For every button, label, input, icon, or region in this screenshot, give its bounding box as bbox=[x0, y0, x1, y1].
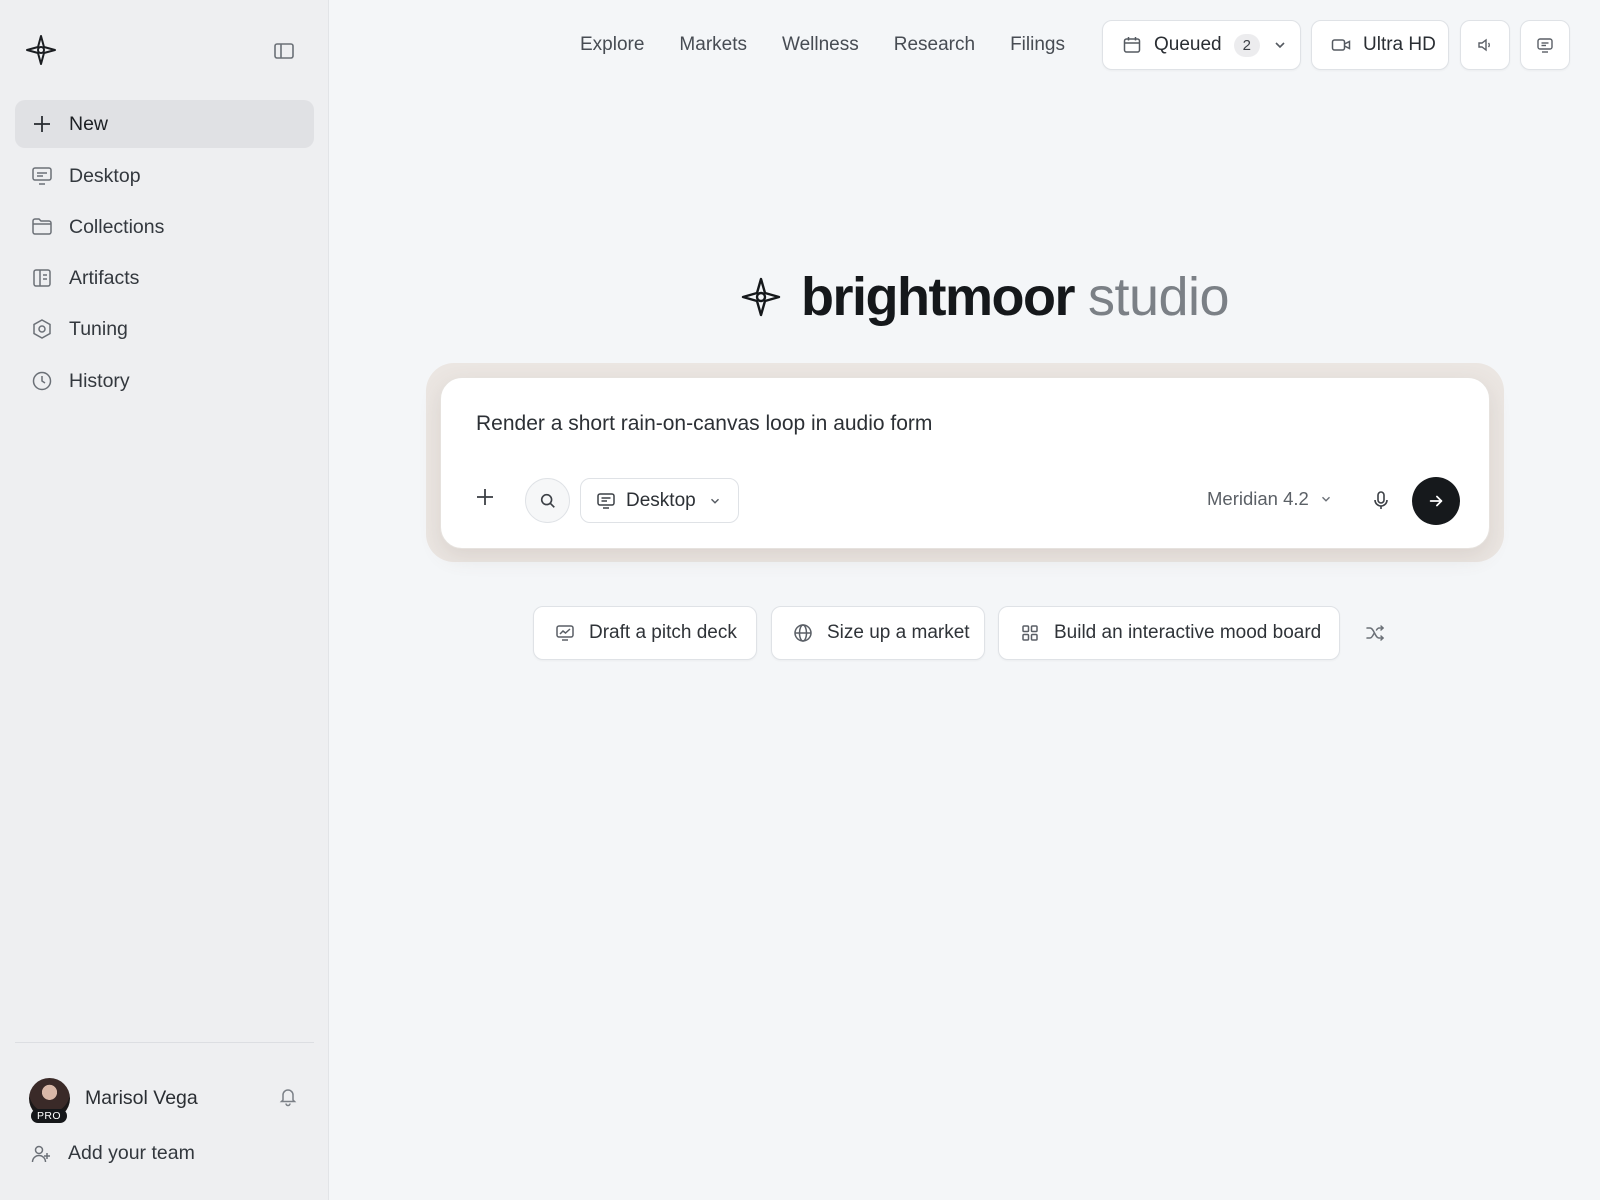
model-dropdown[interactable]: Meridian 4.2 bbox=[1207, 488, 1333, 510]
presentation-chart-icon bbox=[555, 623, 575, 643]
sidebar-toggle-icon[interactable] bbox=[272, 39, 296, 63]
nav-link-research[interactable]: Research bbox=[894, 34, 975, 56]
monitor-icon bbox=[1536, 36, 1554, 54]
sidebar-item-label: History bbox=[69, 369, 130, 392]
sidebar-item-label: New bbox=[69, 112, 109, 135]
attach-plus-icon[interactable] bbox=[473, 485, 497, 509]
hexagon-gear-icon bbox=[31, 318, 53, 340]
avatar[interactable]: PRO bbox=[29, 1077, 70, 1123]
add-team-label: Add your team bbox=[68, 1142, 195, 1164]
suggestion-label: Build an interactive mood board bbox=[1054, 622, 1322, 643]
user-name: Marisol Vega bbox=[85, 1086, 198, 1109]
nav-link-wellness[interactable]: Wellness bbox=[782, 34, 859, 56]
nav-link-explore[interactable]: Explore bbox=[580, 34, 644, 56]
sidebar-item-tuning[interactable]: Tuning bbox=[15, 305, 314, 353]
add-team-button[interactable]: Add your team bbox=[30, 1142, 195, 1165]
suggestion-label: Draft a pitch deck bbox=[589, 622, 737, 643]
sidebar-item-label: Tuning bbox=[69, 317, 128, 340]
chevron-down-icon bbox=[1319, 492, 1333, 506]
sidebar-divider bbox=[15, 1042, 314, 1043]
quality-button[interactable]: Ultra HD bbox=[1311, 20, 1449, 70]
pro-badge: PRO bbox=[31, 1108, 67, 1123]
search-icon bbox=[539, 492, 557, 510]
shuffle-icon[interactable] bbox=[1364, 622, 1386, 644]
sidebar-item-label: Collections bbox=[69, 215, 165, 238]
speaker-button[interactable] bbox=[1460, 20, 1510, 70]
model-label: Meridian 4.2 bbox=[1207, 488, 1309, 509]
artifacts-icon bbox=[31, 267, 53, 289]
quality-label: Ultra HD bbox=[1363, 34, 1436, 55]
send-button[interactable] bbox=[1412, 477, 1460, 525]
chevron-down-icon bbox=[1272, 37, 1288, 53]
globe-icon bbox=[793, 623, 813, 643]
logo-star-icon[interactable] bbox=[25, 34, 57, 66]
chevron-down-icon bbox=[708, 494, 722, 508]
calendar-icon bbox=[1122, 35, 1142, 55]
mode-dropdown[interactable]: Desktop bbox=[580, 478, 739, 523]
grid-icon bbox=[1020, 623, 1040, 643]
prompt-input[interactable]: Render a short rain-on-canvas loop in au… bbox=[476, 412, 932, 436]
sidebar-item-label: Desktop bbox=[69, 164, 141, 187]
sidebar-item-artifacts[interactable]: Artifacts bbox=[15, 254, 314, 302]
user-profile[interactable]: PRO Marisol Vega bbox=[29, 1073, 309, 1123]
bell-icon[interactable] bbox=[277, 1085, 299, 1107]
brand-subtitle: studio bbox=[1087, 267, 1230, 327]
queued-label: Queued bbox=[1154, 34, 1222, 55]
sidebar-item-label: Artifacts bbox=[69, 266, 140, 289]
logo-star-icon bbox=[740, 276, 782, 318]
sidebar-item-history[interactable]: History bbox=[15, 357, 314, 405]
microphone-icon[interactable] bbox=[1370, 489, 1392, 511]
video-camera-icon bbox=[1330, 34, 1352, 56]
nav-link-filings[interactable]: Filings bbox=[1010, 34, 1065, 56]
queued-dropdown[interactable]: Queued 2 bbox=[1102, 20, 1301, 70]
arrow-right-icon bbox=[1427, 492, 1445, 510]
sidebar-item-desktop[interactable]: Desktop bbox=[15, 152, 314, 200]
suggestion-label: Size up a market bbox=[827, 622, 970, 643]
desktop-icon bbox=[31, 165, 53, 187]
top-nav: Explore Markets Wellness Research Filing… bbox=[580, 20, 1065, 70]
desktop-icon bbox=[596, 491, 616, 511]
brand-name: brightmoor bbox=[801, 267, 1075, 327]
folder-icon bbox=[31, 216, 53, 238]
plus-icon bbox=[31, 113, 53, 135]
clock-icon bbox=[31, 370, 53, 392]
sidebar: New Desktop Collections Artifacts Tuning… bbox=[0, 0, 329, 1200]
hero-brand: brightmoor studio bbox=[740, 262, 1230, 332]
sidebar-item-collections[interactable]: Collections bbox=[15, 203, 314, 251]
queued-count-badge: 2 bbox=[1233, 33, 1260, 57]
mode-label: Desktop bbox=[626, 489, 696, 511]
suggestion-chip-mood-board[interactable]: Build an interactive mood board bbox=[998, 606, 1340, 660]
search-toggle-button[interactable] bbox=[525, 478, 570, 523]
suggestion-chip-market[interactable]: Size up a market bbox=[771, 606, 985, 660]
display-button[interactable] bbox=[1520, 20, 1570, 70]
prompt-composer[interactable]: Render a short rain-on-canvas loop in au… bbox=[440, 377, 1490, 549]
suggestion-chip-pitch-deck[interactable]: Draft a pitch deck bbox=[533, 606, 757, 660]
sidebar-item-new[interactable]: New bbox=[15, 100, 314, 148]
speaker-icon bbox=[1476, 36, 1494, 54]
nav-link-markets[interactable]: Markets bbox=[679, 34, 747, 56]
add-user-icon bbox=[30, 1143, 52, 1165]
